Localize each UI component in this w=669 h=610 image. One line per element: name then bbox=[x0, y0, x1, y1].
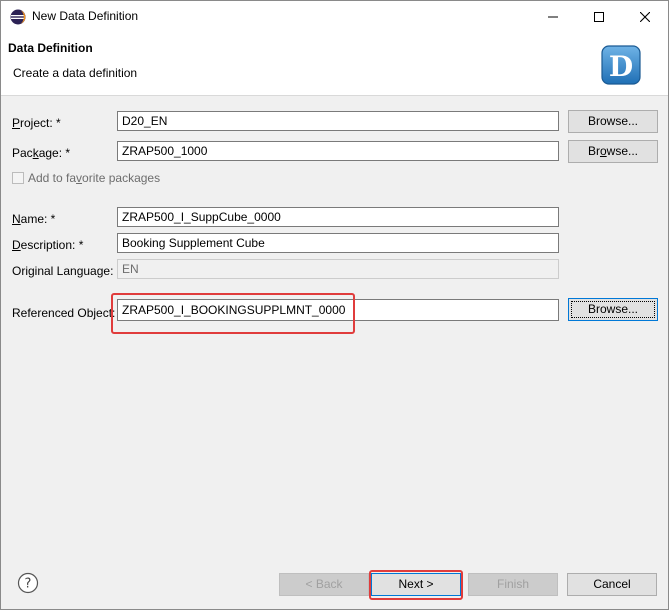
original-language-field: EN bbox=[117, 259, 559, 279]
back-button[interactable]: < Back bbox=[279, 573, 369, 596]
original-language-label: Original Language: bbox=[12, 264, 114, 278]
name-field[interactable]: ZRAP500_I_SuppCube_0000 bbox=[117, 207, 559, 227]
project-label: Project: * bbox=[12, 116, 61, 130]
close-button[interactable] bbox=[622, 1, 668, 32]
package-browse-button[interactable]: Browse... bbox=[568, 140, 658, 163]
logo-letter: D bbox=[609, 50, 633, 83]
close-icon bbox=[640, 11, 650, 22]
add-to-favorites-checkbox[interactable] bbox=[12, 172, 24, 184]
name-label: Name: * bbox=[12, 212, 56, 226]
maximize-button[interactable] bbox=[576, 1, 622, 32]
package-field[interactable]: ZRAP500_1000 bbox=[117, 141, 559, 161]
next-button-highlight bbox=[369, 570, 463, 600]
minimize-button[interactable] bbox=[530, 1, 576, 32]
referenced-object-highlight bbox=[111, 293, 355, 334]
referenced-object-browse-button[interactable]: Browse... bbox=[568, 298, 658, 321]
maximize-icon bbox=[594, 11, 604, 22]
help-icon[interactable]: ? bbox=[17, 572, 39, 594]
data-definition-logo-icon: D bbox=[601, 45, 641, 85]
cancel-button[interactable]: Cancel bbox=[567, 573, 657, 596]
dialog-window: New Data Definition Data Definition Crea… bbox=[0, 0, 669, 610]
svg-text:?: ? bbox=[25, 577, 32, 592]
title-bar: New Data Definition bbox=[1, 1, 668, 32]
add-to-favorites-label: Add to favorite packages bbox=[28, 171, 161, 185]
package-label: Package: * bbox=[12, 146, 71, 160]
description-field[interactable]: Booking Supplement Cube bbox=[117, 233, 559, 253]
eclipse-app-icon bbox=[10, 9, 26, 25]
minimize-icon bbox=[548, 16, 558, 17]
page-title: Data Definition bbox=[8, 41, 93, 55]
finish-button[interactable]: Finish bbox=[468, 573, 558, 596]
project-field[interactable]: D20_EN bbox=[117, 111, 559, 131]
wizard-header: Data Definition Create a data definition… bbox=[1, 32, 668, 96]
referenced-object-label: Referenced Object: bbox=[12, 306, 116, 320]
page-description: Create a data definition bbox=[13, 66, 138, 80]
project-browse-button[interactable]: Browse... bbox=[568, 110, 658, 133]
window-title: New Data Definition bbox=[32, 9, 139, 23]
description-label: Description: * bbox=[12, 238, 84, 252]
